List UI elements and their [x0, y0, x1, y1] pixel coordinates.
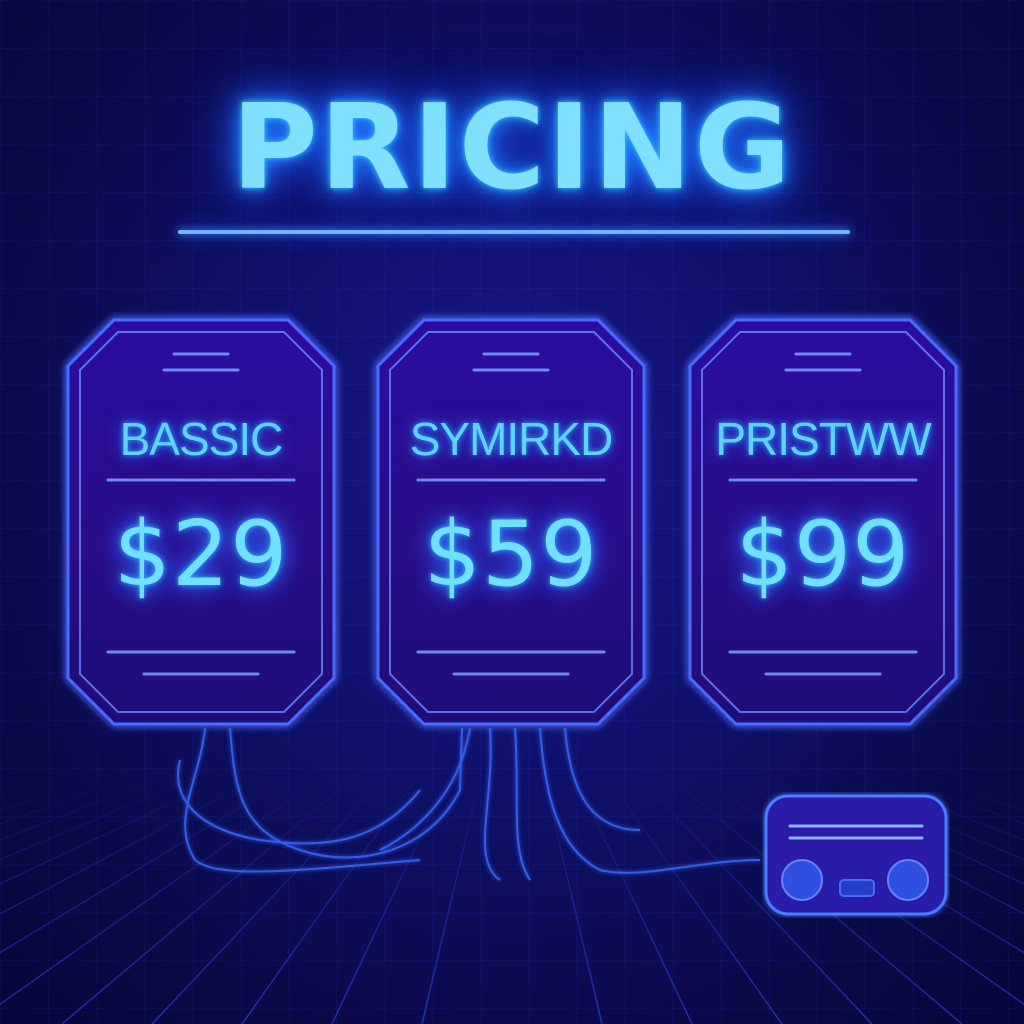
plan-price: $99 — [735, 502, 911, 607]
title-divider — [178, 230, 850, 234]
floor-grid-line — [241, 769, 423, 1024]
plan-card[interactable]: SYMIRKD $59 — [378, 320, 644, 724]
floor-grid-line — [541, 769, 603, 1024]
floor-grid-line — [601, 769, 783, 1024]
floor-grid-line — [0, 769, 153, 825]
plan-name: SYMIRKD — [409, 413, 614, 465]
floor-grid-line — [61, 769, 363, 1024]
floor-grid-line — [151, 769, 393, 1024]
plan-price: $59 — [423, 502, 599, 607]
radio-device-icon — [764, 794, 948, 916]
plan-name: BASSIC — [119, 413, 284, 465]
cables — [177, 727, 761, 881]
page-title: PRICING — [231, 78, 793, 216]
plan-card[interactable]: BASSIC $29 — [68, 320, 334, 724]
floor-grid-line — [421, 769, 483, 1024]
floor-grid-line — [0, 769, 273, 915]
floor-grid-line — [0, 769, 123, 811]
plan-card[interactable]: PRISTWW $99 — [690, 320, 956, 724]
plan-name: PRISTWW — [715, 413, 931, 465]
radio-device[interactable] — [762, 792, 950, 918]
pricing-screen: PRICING BASSIC $29 SYMIRKD $59 PRISTWW $99 — [0, 0, 1024, 1024]
plan-price: $29 — [113, 502, 289, 607]
floor-grid-line — [0, 769, 333, 1006]
